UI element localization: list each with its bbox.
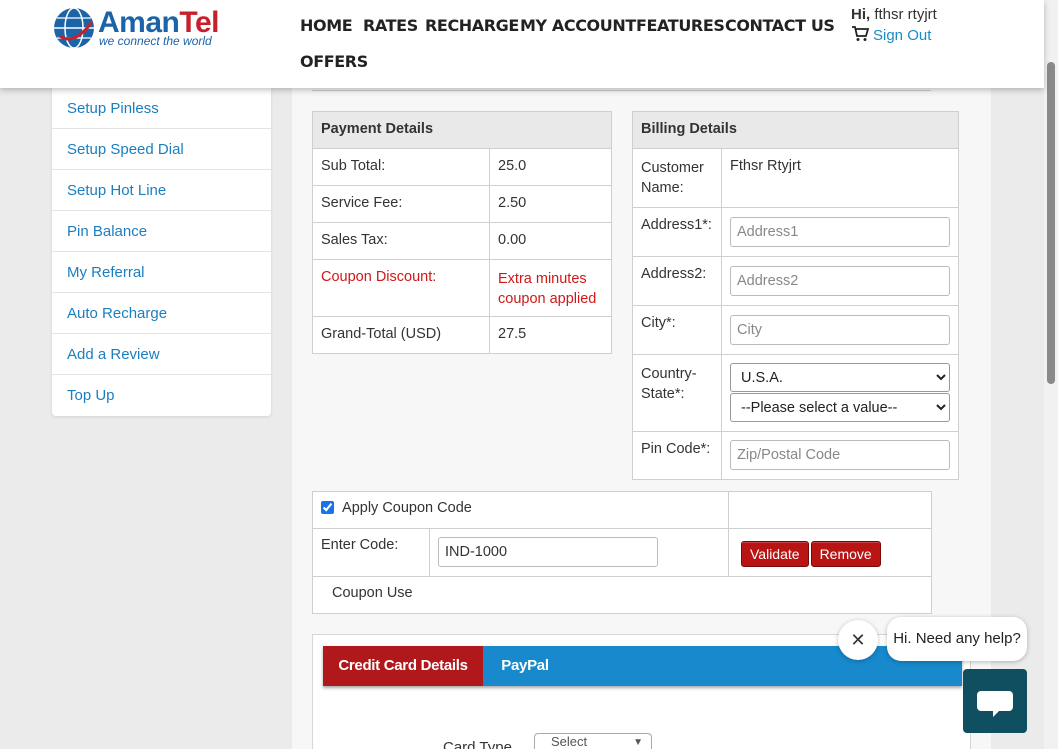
sidebar-item-setup-hot-line[interactable]: Setup Hot Line [52, 170, 271, 211]
table-row: Country-State*: U.S.A. --Please select a… [632, 354, 959, 432]
table-row: Grand-Total (USD) 27.5 [312, 316, 612, 354]
pin-code-label: Pin Code*: [632, 431, 722, 480]
address1-input[interactable] [730, 217, 950, 247]
nav-recharge[interactable]: RECHARGE [425, 16, 519, 35]
sidebar-item-auto-recharge[interactable]: Auto Recharge [52, 293, 271, 334]
payment-details-table: Payment Details Sub Total: 25.0 Service … [312, 111, 612, 354]
customer-name-value: Fthsr Rtyjrt [721, 148, 959, 208]
sales-tax-value: 0.00 [489, 222, 612, 260]
sidebar-item-setup-speed-dial[interactable]: Setup Speed Dial [52, 129, 271, 170]
brand-tagline: we connect the world [99, 34, 212, 48]
enter-code-label: Enter Code: [312, 528, 430, 577]
sidebar-item-top-up[interactable]: Top Up [52, 375, 271, 416]
table-row: City*: [632, 305, 959, 355]
card-type-select[interactable]: Select ▼ [534, 733, 652, 749]
table-row: Sales Tax: 0.00 [312, 222, 612, 260]
remove-button[interactable]: Remove [810, 541, 881, 567]
nav-rates[interactable]: RATES [363, 16, 418, 35]
grand-total-value: 27.5 [489, 316, 612, 354]
globe-icon [54, 7, 94, 49]
coupon-code-input[interactable] [438, 537, 658, 567]
address2-input[interactable] [730, 266, 950, 296]
table-row: Sub Total: 25.0 [312, 148, 612, 186]
sidebar-item-my-referral[interactable]: My Referral [52, 252, 271, 293]
tab-strip-edge [312, 88, 931, 91]
sidebar-item-setup-pinless[interactable]: Setup Pinless [52, 88, 271, 129]
state-select[interactable]: --Please select a value-- [730, 393, 950, 422]
signout-row: Sign Out [851, 26, 931, 44]
service-fee-value: 2.50 [489, 185, 612, 223]
user-name: fthsr rtyjrt [874, 6, 937, 23]
logo[interactable]: AmanTel we connect the world [52, 4, 222, 50]
table-row: Pin Code*: [632, 431, 959, 480]
nav-home[interactable]: HOME [300, 16, 353, 35]
billing-details-table: Billing Details Customer Name: Fthsr Rty… [632, 111, 959, 480]
table-row: Apply Coupon Code [312, 491, 932, 529]
address1-label: Address1*: [632, 207, 722, 257]
city-input[interactable] [730, 315, 950, 345]
chat-icon [977, 691, 1013, 717]
site-header: AmanTel we connect the world HOME RATES … [0, 0, 1044, 88]
subtotal-label: Sub Total: [312, 148, 490, 186]
checkout-panel: Payment Details Sub Total: 25.0 Service … [292, 88, 991, 749]
card-type-label: Card Type [443, 739, 512, 749]
sales-tax-label: Sales Tax: [312, 222, 490, 260]
country-state-label: Country-State*: [632, 354, 722, 432]
coupon-use-label: Coupon Use [312, 576, 932, 614]
nav-contact-us[interactable]: CONTACT US [725, 16, 835, 35]
apply-coupon-label: Apply Coupon Code [342, 500, 472, 516]
payment-details-header: Payment Details [312, 111, 612, 149]
account-sidebar: Setup Pinless Setup Speed Dial Setup Hot… [52, 88, 271, 416]
grand-total-label: Grand-Total (USD) [312, 316, 490, 354]
customer-name-label: Customer Name: [632, 148, 722, 208]
tab-credit-card[interactable]: Credit Card Details [323, 646, 483, 686]
tab-paypal[interactable]: PayPal [483, 646, 567, 686]
chat-message[interactable]: Hi. Need any help? [887, 617, 1027, 661]
address2-label: Address2: [632, 256, 722, 306]
greeting: Hi, [851, 6, 871, 23]
chat-close-button[interactable]: ✕ [838, 620, 878, 660]
nav-offers[interactable]: OFFERS [300, 52, 368, 71]
coupon-discount-label: Coupon Discount: [312, 259, 490, 317]
cart-icon[interactable] [851, 26, 870, 42]
zip-code-input[interactable] [730, 440, 950, 470]
sidebar-item-pin-balance[interactable]: Pin Balance [52, 211, 271, 252]
coupon-discount-value: Extra minutes coupon applied [489, 259, 612, 317]
table-row: Coupon Discount: Extra minutes coupon ap… [312, 259, 612, 317]
billing-details-header: Billing Details [632, 111, 959, 149]
nav-my-account[interactable]: MY ACCOUNT [520, 16, 636, 35]
table-row: Coupon Use [312, 576, 932, 614]
city-label: City*: [632, 305, 722, 355]
chat-launcher-button[interactable] [963, 669, 1027, 733]
apply-coupon-checkbox[interactable] [321, 501, 334, 514]
page-scrollbar[interactable] [1044, 0, 1058, 749]
table-row: Address2: [632, 256, 959, 306]
sidebar-item-add-review[interactable]: Add a Review [52, 334, 271, 375]
service-fee-label: Service Fee: [312, 185, 490, 223]
nav-features[interactable]: FEATURES [636, 16, 725, 35]
scrollbar-thumb[interactable] [1047, 62, 1055, 384]
table-row: Enter Code: ValidateRemove [312, 528, 932, 577]
country-select[interactable]: U.S.A. [730, 363, 950, 392]
subtotal-value: 25.0 [489, 148, 612, 186]
user-box: Hi, fthsr rtyjrt Sign Out [851, 6, 937, 44]
chevron-down-icon: ▼ [633, 737, 643, 748]
coupon-table: Apply Coupon Code Enter Code: ValidateRe… [312, 491, 932, 614]
table-row: Service Fee: 2.50 [312, 185, 612, 223]
close-icon: ✕ [850, 630, 866, 650]
table-row: Customer Name: Fthsr Rtyjrt [632, 148, 959, 208]
signout-link[interactable]: Sign Out [873, 27, 931, 44]
table-row: Address1*: [632, 207, 959, 257]
validate-button[interactable]: Validate [741, 541, 809, 567]
